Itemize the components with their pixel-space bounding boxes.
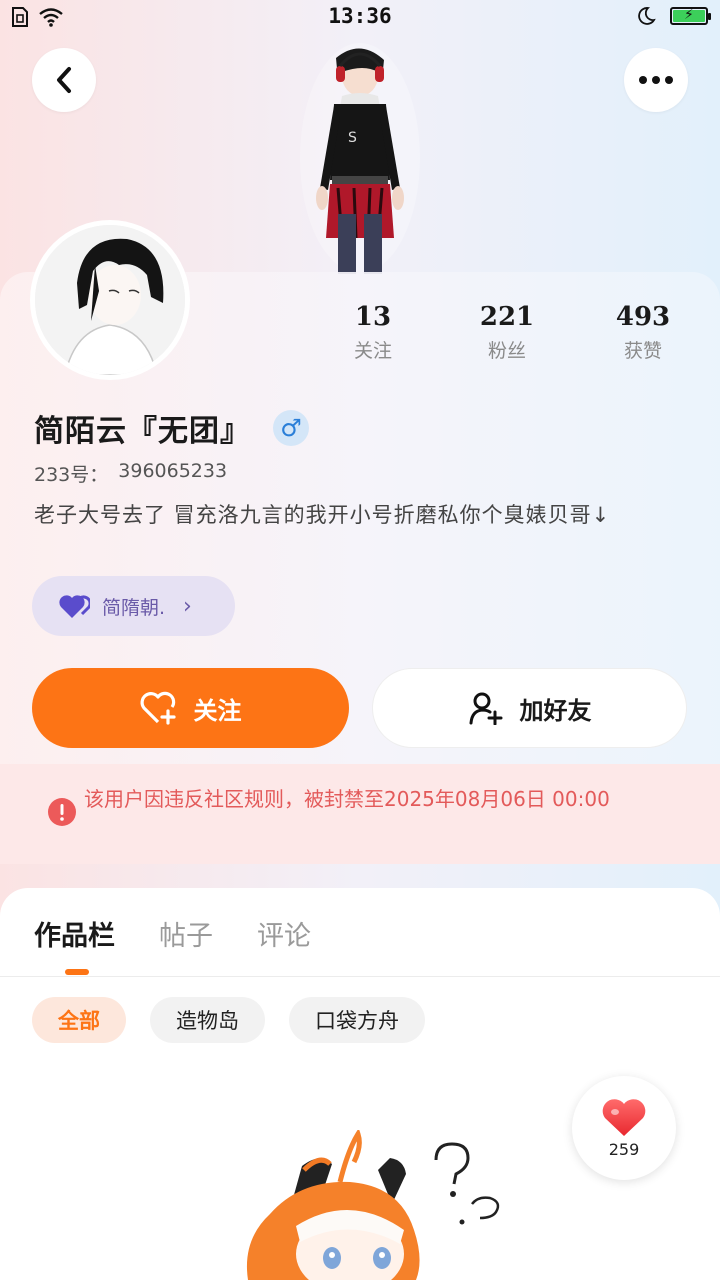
add-friend-button[interactable]: 加好友 — [372, 668, 687, 748]
filter-creation-island[interactable]: 造物岛 — [150, 997, 265, 1043]
filter-all[interactable]: 全部 — [32, 997, 126, 1043]
username-row: 简陌云『无团』 ♂ — [34, 406, 309, 450]
add-user-icon — [469, 692, 502, 725]
like-count: 259 — [608, 1139, 640, 1159]
tabs-divider — [0, 976, 720, 977]
guild-name: 简隋朝. — [102, 596, 166, 619]
follow-button[interactable]: 关注 — [32, 668, 349, 748]
stat-likes-label: 获赞 — [623, 340, 662, 362]
tab-indicator — [65, 969, 89, 975]
chevron-right-icon: › — [183, 593, 192, 619]
user-id-value[interactable]: 396065233 — [118, 460, 227, 487]
moon-icon — [638, 7, 656, 25]
heart-icon — [602, 1098, 646, 1136]
ban-notice-text: 该用户因违反社区规则，被封禁至2025年08月06日 00:00 — [84, 787, 610, 811]
status-time: 13:36 — [328, 4, 392, 28]
add-friend-label: 加好友 — [519, 696, 592, 725]
stat-fans[interactable]: 221 粉丝 — [452, 302, 562, 363]
like-button[interactable]: 259 — [572, 1076, 676, 1180]
empty-state-mascot-image — [246, 1130, 500, 1280]
guild-button[interactable]: 简隋朝. › — [32, 576, 235, 636]
filter-pocket-ark[interactable]: 口袋方舟 — [289, 997, 425, 1043]
follow-button-label: 关注 — [193, 696, 242, 725]
user-id-label: 233号： — [34, 464, 109, 486]
svg-text:S: S — [348, 130, 357, 146]
stat-following-label: 关注 — [353, 340, 392, 362]
more-dots-icon — [639, 76, 673, 84]
tab-posts[interactable]: 帖子 — [159, 914, 213, 953]
avatar-image — [35, 225, 185, 376]
more-button[interactable] — [624, 48, 688, 112]
bio: 老子大号去了 冒充洛九言的我开小号折磨私你个臭婊贝哥↓ — [34, 503, 611, 527]
avatar[interactable] — [30, 220, 190, 380]
battery-icon: ⚡ — [670, 7, 711, 25]
character-figure-image: S — [300, 43, 420, 274]
profile-stats: 13 关注 221 粉丝 493 获赞 — [310, 302, 710, 372]
content-tabs: 作品栏 帖子 评论 — [34, 914, 311, 953]
filter-chips: 全部 造物岛 口袋方舟 — [32, 997, 425, 1043]
warning-icon — [48, 798, 76, 826]
stat-following[interactable]: 13 关注 — [318, 302, 428, 363]
stat-fans-count: 221 — [479, 302, 535, 332]
username: 简陌云『无团』 — [34, 414, 251, 449]
heart-plus-icon — [140, 691, 176, 725]
back-button[interactable] — [32, 48, 96, 112]
stat-following-count: 13 — [354, 302, 392, 332]
chevron-left-icon — [57, 67, 71, 93]
status-right: ⚡ — [636, 6, 711, 26]
stat-likes[interactable]: 493 获赞 — [588, 302, 698, 363]
tab-works[interactable]: 作品栏 — [34, 914, 115, 953]
tab-comments[interactable]: 评论 — [257, 914, 311, 953]
status-bar: 13:36 ⚡ — [0, 0, 720, 36]
gender-male-icon: ♂ — [273, 410, 309, 446]
heart-badge-icon — [59, 595, 90, 618]
stat-likes-count: 493 — [615, 302, 671, 332]
stat-fans-label: 粉丝 — [487, 340, 526, 362]
user-id: 233号： 396065233 — [34, 460, 227, 487]
